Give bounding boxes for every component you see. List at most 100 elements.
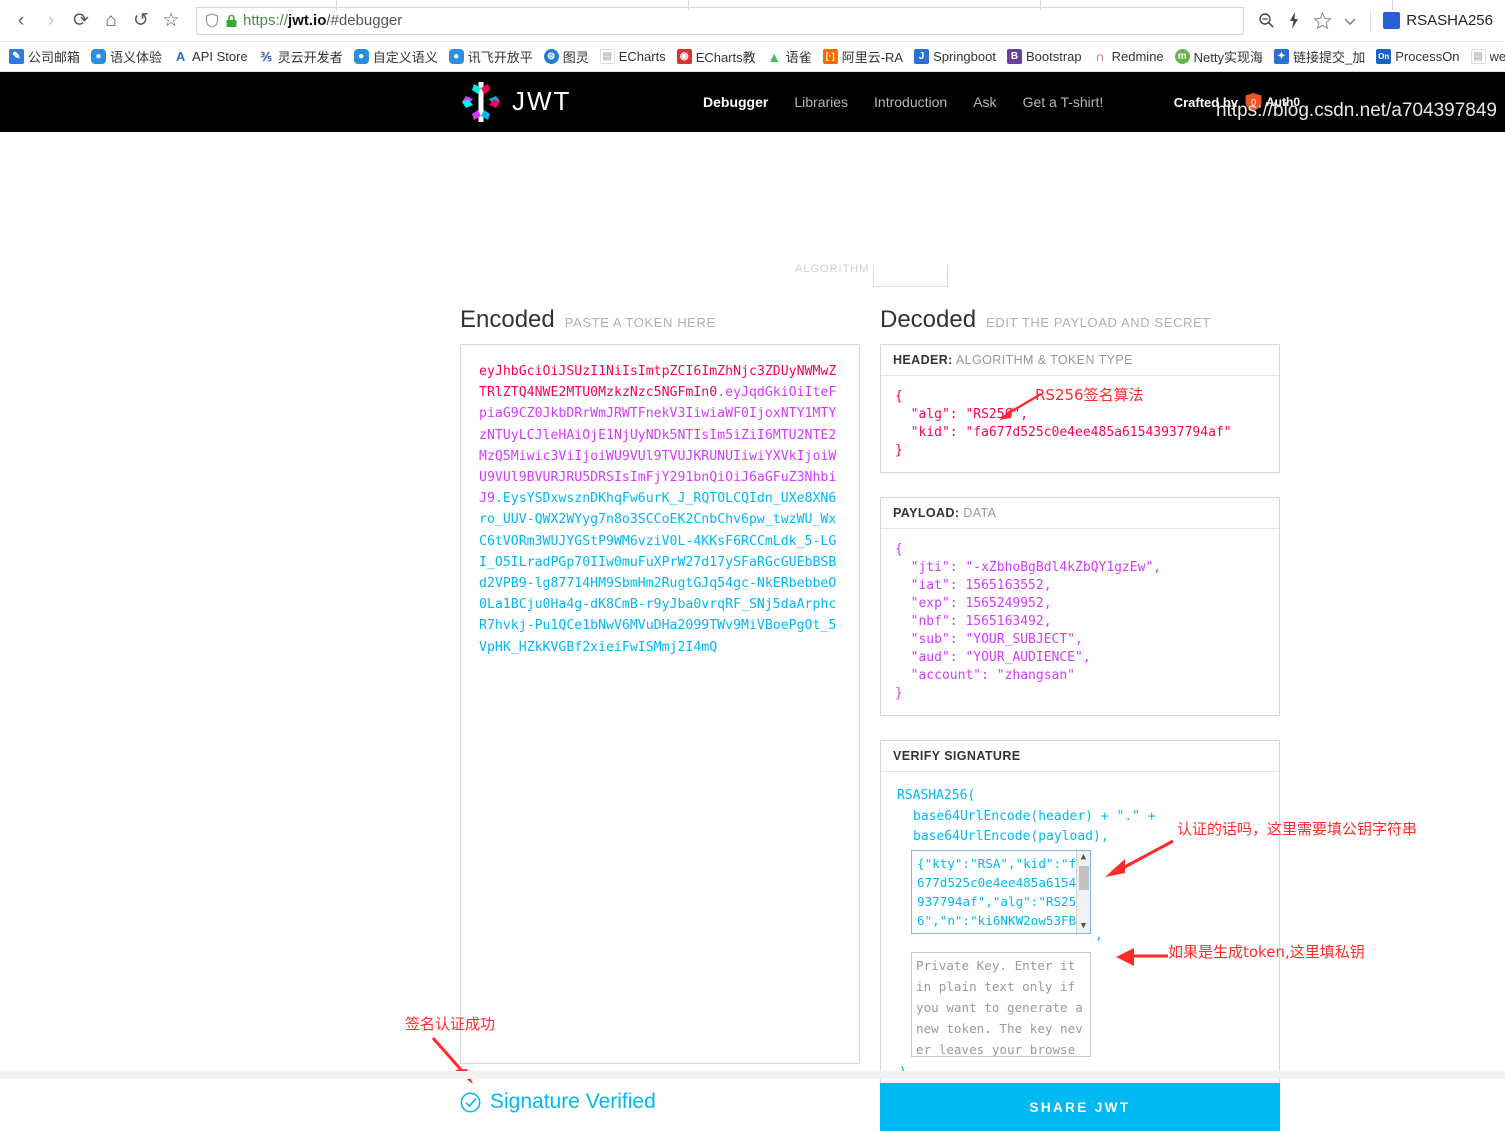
jwt-logo-icon (462, 82, 500, 122)
undo-button[interactable]: ↺ (126, 6, 156, 36)
toolbar-divider (1370, 9, 1372, 32)
share-jwt-button[interactable]: SHARE JWT (880, 1083, 1280, 1131)
bookmark-label: 链接提交_加 (1293, 50, 1366, 65)
payload-panel-label-bold: PAYLOAD: (893, 506, 960, 520)
bookmark-label: ProcessOn (1395, 49, 1460, 64)
profile-chip[interactable]: 🐾 RSASHA256 (1377, 12, 1499, 29)
scroll-up-arrow-icon[interactable]: ▲ (1081, 851, 1086, 864)
address-bar[interactable]: https://jwt.io/#debugger (196, 6, 1245, 35)
signature-panel: VERIFY SIGNATURE RSASHA256( base64UrlEnc… (880, 740, 1280, 1101)
back-button[interactable]: ‹ (6, 6, 36, 36)
bookmark-label: 阿里云-RA (841, 50, 904, 65)
lock-icon (226, 14, 237, 27)
bookmark-favicon: m (1174, 49, 1190, 64)
bookmark-item[interactable]: B Bootstrap (1003, 47, 1086, 66)
bookmark-label: Springboot (933, 49, 996, 64)
url-path: /#debugger (326, 12, 403, 29)
bookmark-favicon: ● (353, 49, 369, 64)
home-button[interactable]: ⌂ (96, 6, 126, 36)
bookmark-label: Netty实现海 (1193, 50, 1263, 65)
jwt-logo[interactable]: JWT (460, 82, 608, 122)
decoded-panels: HEADER: ALGORITHM & TOKEN TYPE { "alg": … (880, 344, 1280, 1101)
bookmark-item[interactable]: [·] 阿里云-RA (819, 45, 907, 68)
shield-icon (206, 13, 218, 28)
bookmark-item[interactable]: ▲ 语雀 (763, 45, 816, 68)
bookmark-item[interactable]: ∩ Redmine (1089, 47, 1168, 66)
url-scheme: https:// (243, 12, 289, 29)
nav-ask[interactable]: Ask (973, 94, 996, 110)
bookmark-item[interactable]: J Springboot (910, 47, 1000, 66)
bookmark-label: 语雀 (785, 50, 812, 65)
bookmark-label: 灵云开发者 (277, 50, 343, 65)
nav-get-a-tshirt[interactable]: Get a T-shirt! (1023, 94, 1104, 110)
bookmark-item[interactable]: ⅗ 灵云开发者 (255, 45, 347, 68)
ghost-algorithm-label: ALGORITHM (795, 263, 870, 275)
scroll-down-arrow-icon[interactable]: ▼ (1081, 920, 1086, 933)
bookmark-label: Redmine (1111, 49, 1164, 64)
private-key-input[interactable]: Private Key. Enter it in plain text only… (911, 952, 1091, 1057)
bookmark-label: 公司邮箱 (28, 50, 81, 65)
bookmark-favicon: ✎ (9, 49, 24, 64)
bookmark-item[interactable]: ✦ 链接提交_加 (1270, 45, 1369, 68)
payload-panel-json[interactable]: { "jti": "-xZbhoBgBdl4kZbQY1gzEw", "iat"… (881, 529, 1279, 715)
bookmark-star-icon[interactable] (1308, 7, 1336, 35)
bookmark-item[interactable]: On ProcessOn (1372, 47, 1463, 66)
scrollbar-thumb[interactable] (1079, 865, 1089, 890)
bookmark-item[interactable]: ● 语义体验 (87, 45, 166, 68)
bookmark-item[interactable]: m Netty实现海 (1171, 45, 1267, 68)
payload-panel-label-rest: DATA (959, 506, 997, 520)
bookmark-favicon: ● (91, 49, 107, 64)
bookmark-item[interactable]: ▤webchar (1467, 47, 1505, 66)
lightning-icon[interactable] (1280, 7, 1308, 35)
chevron-down-icon[interactable] (1336, 7, 1364, 35)
bookmark-favicon: ▤ (1470, 49, 1486, 64)
annotation-arrow-public-key (1105, 839, 1174, 877)
annotation-header-note: RS256签名算法 (1035, 386, 1144, 404)
browser-chrome: ‹ › ⟳ ⌂ ↺ ☆ https://jwt.io/#debugger 🐾 R… (0, 0, 1505, 72)
token-signature-segment: .EysYSDxwsznDKhqFw6urK_J_RQTOLCQIdn_UXe8… (479, 491, 837, 655)
paw-icon: 🐾 (1383, 12, 1401, 29)
payload-panel: PAYLOAD: DATA { "jti": "-xZbhoBgBdl4kZbQ… (880, 497, 1280, 716)
annotation-arrow-header (999, 392, 1042, 420)
jwt-site: JWT Debugger Libraries Introduction Ask … (0, 72, 1505, 1131)
forward-button[interactable]: › (36, 6, 66, 36)
nav-introduction[interactable]: Introduction (874, 94, 947, 110)
browser-toolbar: ‹ › ⟳ ⌂ ↺ ☆ https://jwt.io/#debugger 🐾 R… (0, 0, 1505, 42)
nav-libraries[interactable]: Libraries (794, 94, 848, 110)
url-text: https://jwt.io/#debugger (243, 12, 402, 29)
bookmark-item[interactable]: ◉ ECharts教 (673, 45, 760, 68)
public-key-scrollbar[interactable]: ▲ ▼ (1076, 850, 1090, 933)
bookmark-item[interactable]: ⊜ 图灵 (540, 45, 593, 68)
encoded-heading: Encoded PASTE A TOKEN HERE (460, 306, 716, 334)
decoded-subtitle: EDIT THE PAYLOAD AND SECRET (986, 315, 1211, 330)
signature-panel-label: VERIFY SIGNATURE (881, 741, 1279, 772)
bookmark-favicon: ◉ (676, 49, 692, 64)
public-key-value: {"kty":"RSA","kid":"fa677d525c0e4ee485a6… (917, 855, 1084, 928)
decoded-heading: Decoded EDIT THE PAYLOAD AND SECRET (880, 306, 1211, 334)
nav-debugger[interactable]: Debugger (703, 94, 768, 110)
bookmark-favicon: ● (448, 49, 464, 64)
signature-panel-label-bold: VERIFY SIGNATURE (893, 749, 1021, 763)
bookmark-item[interactable]: ● 讯飞开放平 (445, 45, 537, 68)
bookmark-item[interactable]: A API Store (169, 47, 252, 66)
public-key-input[interactable]: {"kty":"RSA","kid":"fa677d525c0e4ee485a6… (911, 849, 1091, 934)
bookmark-favicon: ✦ (1274, 49, 1289, 64)
bookmark-item[interactable]: ● 自定义语义 (350, 45, 442, 68)
zoom-out-icon[interactable] (1252, 7, 1280, 35)
bookmark-label: API Store (192, 49, 248, 64)
ghost-algorithm-select[interactable] (873, 265, 948, 287)
header-panel: HEADER: ALGORITHM & TOKEN TYPE { "alg": … (880, 344, 1280, 473)
bookmark-item[interactable]: ✎ 公司邮箱 (5, 45, 84, 68)
encoded-token-input[interactable]: eyJhbGciOiJSUzI1NiIsImtpZCI6ImZhNjc3ZDUy… (460, 344, 860, 1064)
decoded-title: Decoded (880, 306, 977, 333)
signature-line-1: RSASHA256( (897, 788, 976, 803)
bookmark-favicon: ⊜ (543, 49, 559, 64)
watermark: https://blog.csdn.net/a704397849 (1215, 100, 1497, 121)
favorite-star-button[interactable]: ☆ (156, 6, 186, 36)
site-nav: Debugger Libraries Introduction Ask Get … (703, 94, 1103, 110)
bookmark-label: Bootstrap (1025, 49, 1082, 64)
reload-button[interactable]: ⟳ (66, 6, 96, 36)
bookmark-item[interactable]: ▤ ECharts (596, 47, 670, 66)
bookmark-label: webchar (1489, 49, 1505, 64)
page-footer-strip (0, 1071, 1505, 1079)
